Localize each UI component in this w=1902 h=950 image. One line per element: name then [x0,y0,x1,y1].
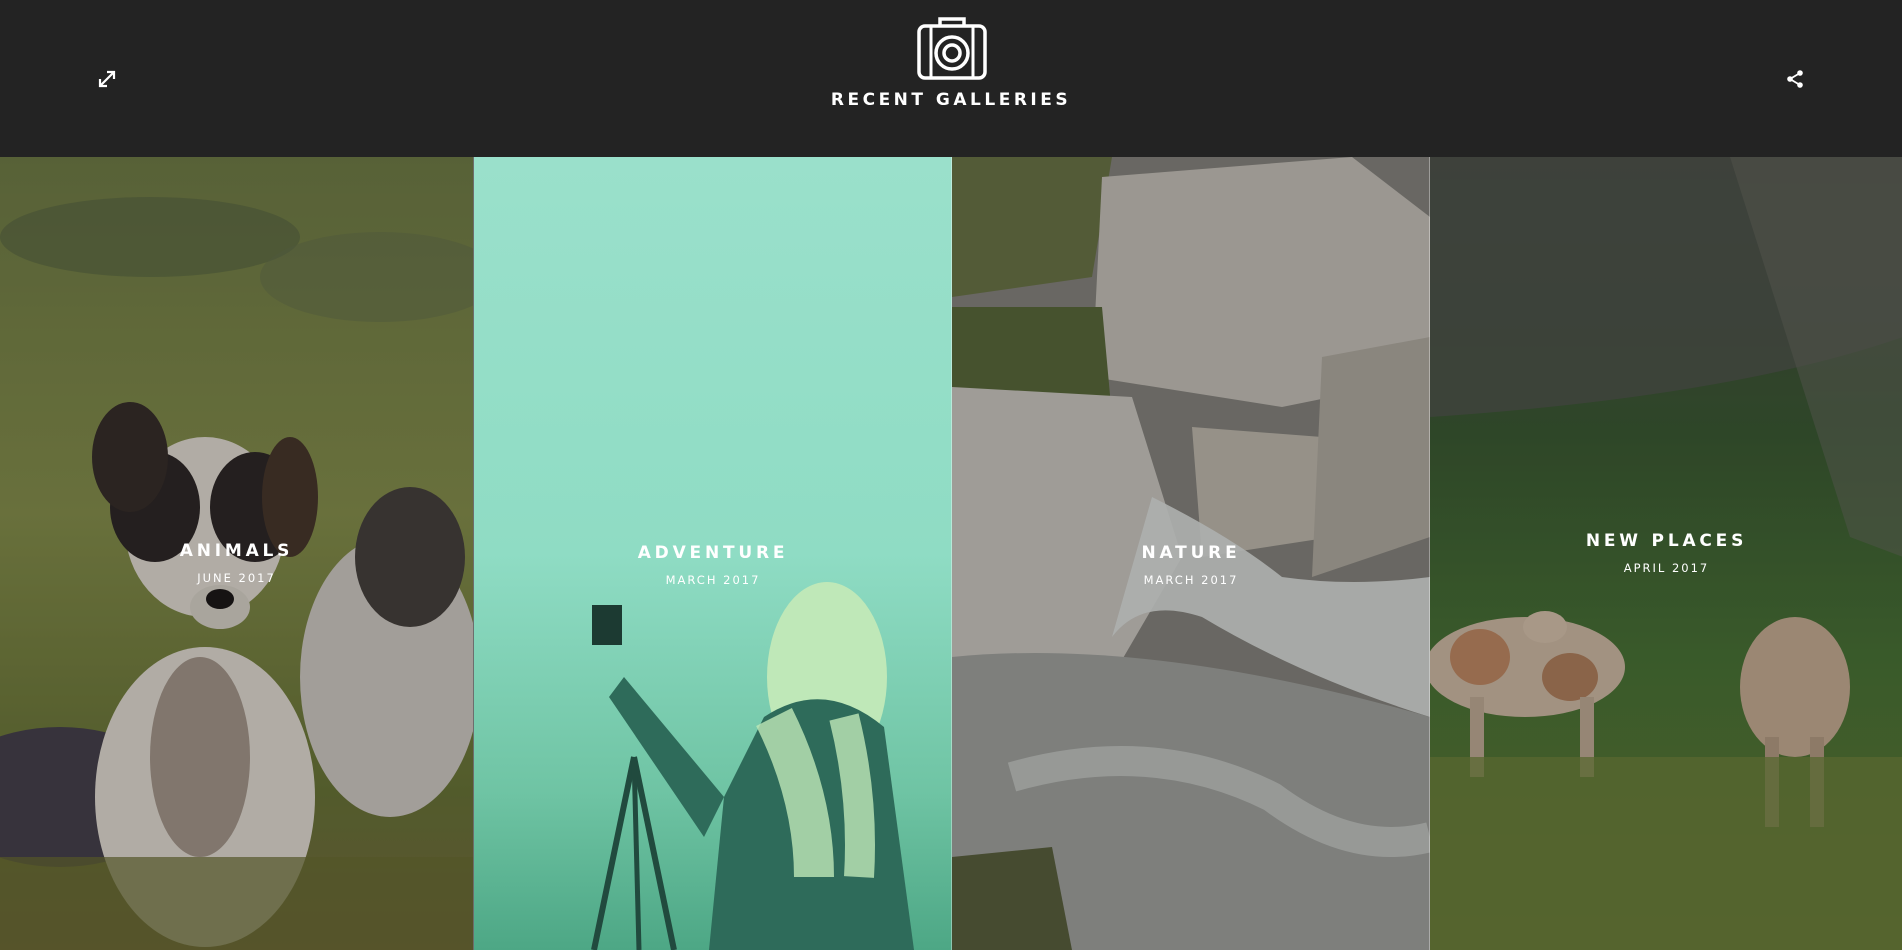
gallery-card-adventure[interactable]: ADVENTURE MARCH 2017 [473,157,952,950]
gallery-title: ANIMALS [179,541,294,561]
gallery-date: JUNE 2017 [197,571,276,585]
camera-icon [917,17,987,80]
gallery-caption: NEW PLACES APRIL 2017 [1430,531,1902,575]
gallery-caption: ANIMALS JUNE 2017 [0,541,473,585]
site-header: RECENT GALLERIES [0,0,1902,157]
share-button[interactable] [1784,68,1806,90]
gallery-title: NATURE [1141,543,1241,563]
expand-icon [98,70,116,88]
gallery-date: APRIL 2017 [1623,561,1710,575]
gallery-title: NEW PLACES [1585,531,1748,551]
gallery-date: MARCH 2017 [1143,573,1239,587]
gallery-title: ADVENTURE [637,543,789,563]
gallery-card-nature[interactable]: NATURE MARCH 2017 [951,157,1430,950]
page-title: RECENT GALLERIES [830,90,1072,110]
share-icon [1787,70,1803,88]
fullscreen-button[interactable] [96,68,118,90]
gallery-card-animals[interactable]: ANIMALS JUNE 2017 [0,157,473,950]
gallery-card-new-places[interactable]: NEW PLACES APRIL 2017 [1429,157,1902,950]
gallery-caption: ADVENTURE MARCH 2017 [474,543,952,587]
gallery-grid: ANIMALS JUNE 2017 ADVENTURE MARCH 2017 N… [0,157,1902,950]
gallery-caption: NATURE MARCH 2017 [952,543,1430,587]
gallery-date: MARCH 2017 [665,573,761,587]
